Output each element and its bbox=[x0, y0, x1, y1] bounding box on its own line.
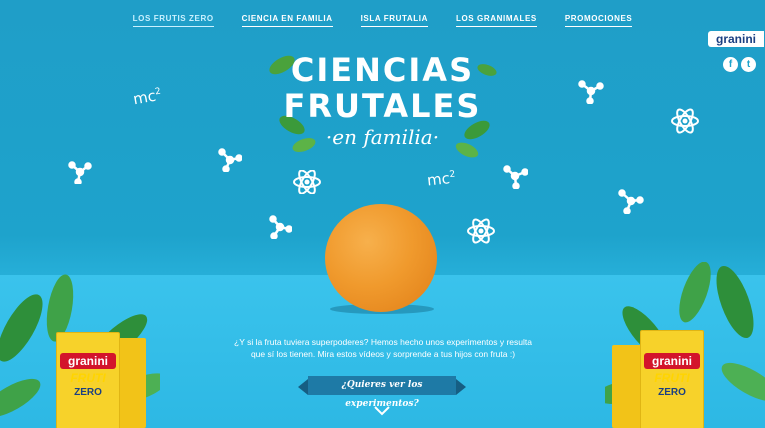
facebook-icon[interactable]: f bbox=[723, 57, 738, 72]
atom-icon bbox=[671, 108, 699, 134]
product-pack: granini FRUTI ZERO bbox=[56, 332, 120, 428]
pack-variant-label: ZERO bbox=[74, 387, 102, 398]
nav-item-ciencia-en-familia[interactable]: CIENCIA EN FAMILIA bbox=[241, 14, 333, 27]
molecule-icon bbox=[68, 161, 92, 184]
title-line-en-familia: ·en familia· bbox=[325, 125, 440, 149]
intro-description: ¿Y si la fruta tuviera superpoderes? Hem… bbox=[234, 337, 532, 359]
molecule-icon bbox=[618, 189, 644, 214]
formula-mc2: mc2 bbox=[426, 169, 456, 190]
hero-title: CIENCIAS FRUTALES ·en familia· bbox=[245, 52, 520, 150]
landing-page: LOS FRUTIS ZERO CIENCIA EN FAMILIA ISLA … bbox=[0, 0, 765, 428]
molecule-icon bbox=[578, 80, 604, 104]
view-experiments-button[interactable]: ¿Quieres ver los experimentos? bbox=[298, 376, 466, 409]
atom-icon bbox=[467, 218, 495, 244]
pack-line-label: FRUTI bbox=[654, 371, 690, 385]
molecule-icon bbox=[503, 165, 528, 189]
twitter-icon[interactable]: t bbox=[741, 57, 756, 72]
nav-item-los-granimales[interactable]: LOS GRANIMALES bbox=[455, 14, 537, 27]
pack-brand-label: granini bbox=[644, 353, 700, 369]
pack-variant-label: ZERO bbox=[658, 387, 686, 398]
nav-item-promociones[interactable]: PROMOCIONES bbox=[564, 14, 633, 27]
molecule-icon bbox=[218, 148, 242, 172]
granini-logo[interactable]: granini bbox=[708, 31, 764, 47]
pack-brand-label: granini bbox=[60, 353, 116, 369]
nav-item-isla-frutalia[interactable]: ISLA FRUTALIA bbox=[360, 14, 428, 27]
atom-icon bbox=[293, 170, 321, 194]
orange-fruit bbox=[325, 204, 437, 312]
chevron-down-icon[interactable] bbox=[372, 404, 392, 418]
pack-line-label: FRUTI bbox=[70, 371, 106, 385]
formula-mc2: mc2 bbox=[131, 86, 162, 109]
nav-item-los-frutis-zero[interactable]: LOS FRUTIS ZERO bbox=[132, 14, 214, 27]
molecule-icon bbox=[269, 215, 292, 239]
top-nav: LOS FRUTIS ZERO CIENCIA EN FAMILIA ISLA … bbox=[0, 14, 765, 27]
product-pack: granini FRUTI ZERO bbox=[640, 330, 704, 428]
title-line-ciencias: CIENCIAS bbox=[290, 51, 475, 89]
title-line-frutales: FRUTALES bbox=[283, 87, 482, 125]
